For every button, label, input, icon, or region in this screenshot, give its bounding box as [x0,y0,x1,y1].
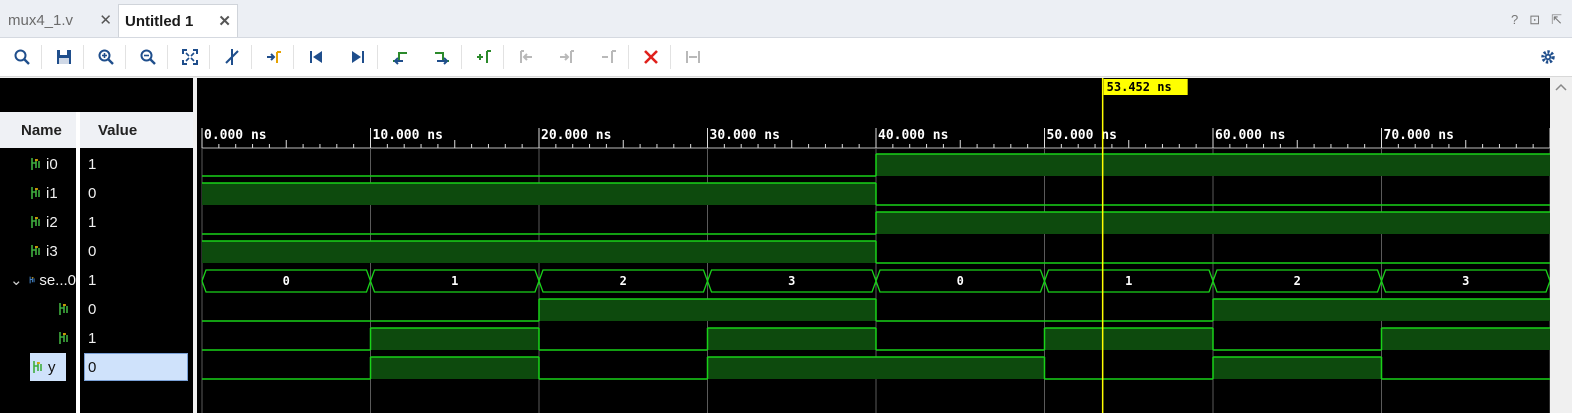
wave-sel1-high [1213,299,1550,321]
signal-icon [33,361,42,373]
signal-row-bit5[interactable] [0,295,76,323]
ruler-label: 30.000 ns [710,128,780,143]
signal-name: se...0 [39,271,76,289]
wave-y-high [370,357,539,379]
bus-value-label: 3 [1462,274,1469,288]
signal-row-i2[interactable]: i2 [0,208,76,236]
wave-i2-high [876,212,1550,234]
signal-name: i0 [46,155,58,173]
swap-cursors-icon[interactable] [682,46,704,68]
tab-label: Untitled 1 [125,12,194,30]
signal-value: 0 [80,179,193,207]
signal-icon [31,187,40,199]
signal-value: 0 [80,295,193,323]
bus-value-label: 2 [1294,274,1301,288]
wave-y-high [1213,357,1382,379]
remove-marker-icon[interactable] [598,46,620,68]
bus-value-label: 1 [451,274,458,288]
ruler-label: 10.000 ns [373,128,443,143]
wave-sel0-high [1044,328,1213,350]
zoom-fit-icon[interactable] [179,46,201,68]
previous-transition-icon[interactable] [389,46,411,68]
add-marker-icon[interactable] [473,46,495,68]
wave-sel1-high [539,299,876,321]
tab-untitled-1[interactable]: Untitled 1 ✕ [118,4,238,37]
bus-value-label: 0 [283,274,290,288]
ruler-label: 20.000 ns [541,128,611,143]
previous-marker-icon[interactable] [515,46,537,68]
ruler-label: 40.000 ns [878,128,948,143]
bus-value-label: 0 [957,274,964,288]
wave-sel0-high [1381,328,1550,350]
next-transition-icon[interactable] [431,46,453,68]
zoom-in-icon[interactable] [95,46,117,68]
go-to-cursor-icon[interactable] [263,46,285,68]
wave-i1-high [202,183,876,205]
ruler-label: 0.000 ns [204,128,267,143]
float-icon[interactable]: ⇱ [1551,12,1562,28]
signal-value: 1 [80,324,193,352]
signal-icon [31,245,40,257]
save-icon[interactable] [53,46,75,68]
signal-value[interactable]: 0 [84,353,188,381]
scroll-up-icon[interactable] [1550,78,1572,98]
chevron-down-icon[interactable]: ⌄ [10,271,23,289]
signal-row-bit6[interactable] [0,324,76,352]
signal-icon [31,216,40,228]
search-icon[interactable] [11,46,33,68]
signal-name: i1 [46,184,58,202]
cursor-snap-icon[interactable] [221,46,243,68]
waveform-canvas[interactable]: 0.000 ns 10.000 ns 20.000 ns 30.000 ns 40.00… [197,78,1550,413]
ruler-label: 50.000 ns [1047,128,1117,143]
restore-icon[interactable]: ⊡ [1529,12,1540,28]
panel-top-bar [0,78,193,112]
signal-name: i2 [46,213,58,231]
wave-i0-high [876,154,1550,176]
bus-icon [29,276,35,284]
signal-name: i3 [46,242,58,260]
ruler-label: 60.000 ns [1215,128,1285,143]
signal-row-y[interactable]: y [30,353,66,381]
zoom-out-icon[interactable] [137,46,159,68]
vertical-scrollbar[interactable] [1550,78,1572,413]
signal-row-i3[interactable]: i3 [0,237,76,265]
signal-value: 0 [80,237,193,265]
waveform-view[interactable]: 0.000 ns 10.000 ns 20.000 ns 30.000 ns 40.00… [197,78,1550,413]
close-icon[interactable]: ✕ [218,12,231,30]
tab-label: mux4_1.v [8,12,74,29]
value-column-header[interactable]: Value [80,112,193,148]
ruler-label: 70.000 ns [1384,128,1454,143]
signal-icon [59,332,68,344]
tab-mux4-1[interactable]: mux4_1.v ✕ [0,4,118,37]
signal-value: 1 [80,208,193,236]
cursor-time-label: 53.452 ns [1107,80,1172,94]
tab-bar: mux4_1.v ✕ Untitled 1 ✕ ? ⊡ ⇱ [0,0,1572,38]
wave-y-high [707,357,1045,379]
wave-sel0-high [707,328,876,350]
signal-row-se0[interactable]: ⌄ se...0 [0,266,76,294]
bus-value-label: 1 [1125,274,1132,288]
close-icon[interactable]: ✕ [99,11,112,29]
name-column-header[interactable]: Name [0,112,76,148]
signal-name: y [48,358,56,376]
signal-row-i1[interactable]: i1 [0,179,76,207]
signal-row-i0[interactable]: i0 [0,150,76,178]
delete-icon[interactable] [640,46,662,68]
gear-icon[interactable] [1537,46,1559,68]
wave-sel0-high [370,328,539,350]
go-to-end-icon[interactable] [347,46,369,68]
signal-icon [59,303,68,315]
signal-value: 1 [80,150,193,178]
toolbar [0,38,1572,77]
wave-i3-high [202,241,876,263]
signal-icon [31,158,40,170]
go-to-start-icon[interactable] [305,46,327,68]
help-icon[interactable]: ? [1511,12,1518,28]
bus-value-label: 2 [620,274,627,288]
bus-value-label: 3 [788,274,795,288]
next-marker-icon[interactable] [556,46,578,68]
signal-value: 1 [80,266,193,294]
